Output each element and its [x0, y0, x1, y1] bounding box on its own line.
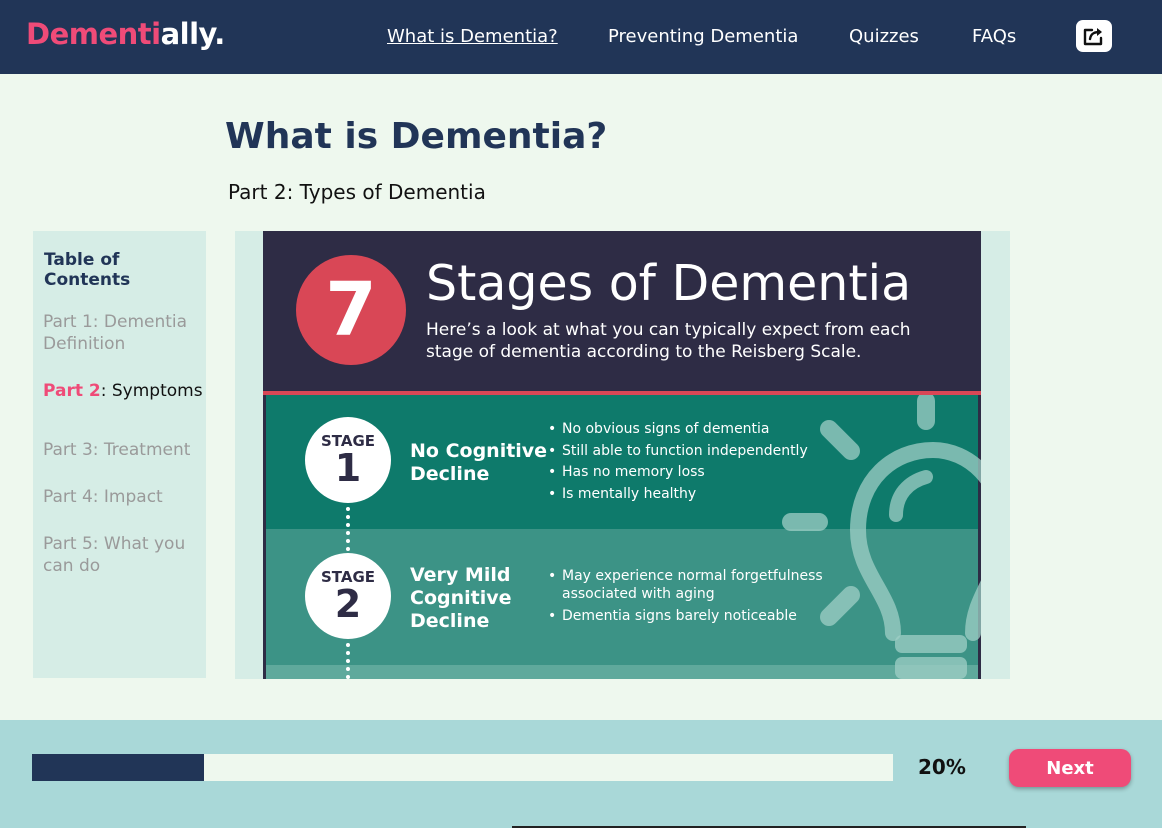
infographic[interactable]: 7 Stages of Dementia Here’s a look at wh…: [263, 231, 981, 679]
stage-connector: [346, 507, 350, 551]
infographic-description: Here’s a look at what you can typically …: [426, 320, 911, 362]
stage-1-name: No Cognitive Decline: [410, 440, 547, 486]
stage-2-bullet: May experience normal forgetfulness asso…: [548, 567, 823, 603]
stage-1-number: 1: [334, 446, 362, 490]
stage-connector: [346, 643, 350, 679]
stage-1-name-line: No Cognitive: [410, 440, 548, 462]
toc-item-part-4[interactable]: Part 4: Impact: [43, 486, 203, 508]
nav-what-is-dementia[interactable]: What is Dementia?: [387, 26, 558, 47]
toc-item-part-2-number: Part 2: [43, 381, 101, 401]
nav-quizzes[interactable]: Quizzes: [849, 26, 919, 47]
infographic-title: Stages of Dementia: [426, 255, 912, 312]
stage-2-bullet: Dementia signs barely noticeable: [548, 607, 823, 625]
stage-2-bullet-line: May experience normal forgetfulness: [562, 568, 823, 584]
top-navigation: Dementially. What is Dementia? Preventin…: [0, 0, 1162, 74]
share-icon: [1083, 28, 1103, 46]
stage-2-name-line: Very Mild: [410, 564, 511, 586]
table-of-contents: Table of Contents Part 1: Dementia Defin…: [33, 231, 206, 678]
stage-2-name-line: Decline: [410, 610, 490, 632]
logo-part-2: ally.: [160, 17, 226, 51]
logo-part-1: Dementi: [26, 17, 161, 51]
toc-heading: Table of Contents: [44, 250, 131, 290]
stage-1-bullet: Still able to function independently: [548, 441, 808, 463]
stage-1-bullet: Has no memory loss: [548, 462, 808, 484]
stage-1-bullets: No obvious signs of dementia Still able …: [548, 419, 808, 505]
nav-faqs[interactable]: FAQs: [972, 26, 1016, 47]
stage-1-name-line: Decline: [410, 463, 490, 485]
stage-2-bullet-line: associated with aging: [562, 586, 715, 602]
stage-2-badge: STAGE 2: [305, 553, 391, 639]
progress-percentage: 20%: [918, 755, 966, 779]
toc-item-part-2-label: : Symptoms: [100, 381, 203, 401]
stage-2-number: 2: [334, 582, 362, 626]
stage-1-badge: STAGE 1: [305, 417, 391, 503]
next-button[interactable]: Next: [1009, 749, 1131, 787]
stage-2-name: Very Mild Cognitive Decline: [410, 564, 512, 633]
stage-2-bullets: May experience normal forgetfulness asso…: [548, 567, 823, 625]
toc-item-part-5[interactable]: Part 5: What you can do: [43, 533, 203, 577]
progress-bar: [32, 754, 893, 781]
logo[interactable]: Dementially.: [26, 17, 225, 51]
nav-preventing-dementia[interactable]: Preventing Dementia: [608, 26, 798, 47]
infographic-number-badge: 7: [296, 255, 406, 365]
toc-item-part-1[interactable]: Part 1: Dementia Definition: [43, 311, 203, 355]
page-subtitle: Part 2: Types of Dementia: [228, 180, 486, 204]
share-button[interactable]: [1076, 20, 1112, 52]
toc-item-part-3[interactable]: Part 3: Treatment: [43, 439, 203, 461]
stage-1-bullet: No obvious signs of dementia: [548, 419, 808, 441]
toc-item-part-2[interactable]: Part 2: Symptoms: [43, 380, 203, 402]
stage-1-bullet: Is mentally healthy: [548, 484, 808, 506]
progress-bar-fill: [32, 754, 205, 781]
page-title: What is Dementia?: [225, 116, 608, 157]
stage-2-name-line: Cognitive: [410, 587, 512, 609]
